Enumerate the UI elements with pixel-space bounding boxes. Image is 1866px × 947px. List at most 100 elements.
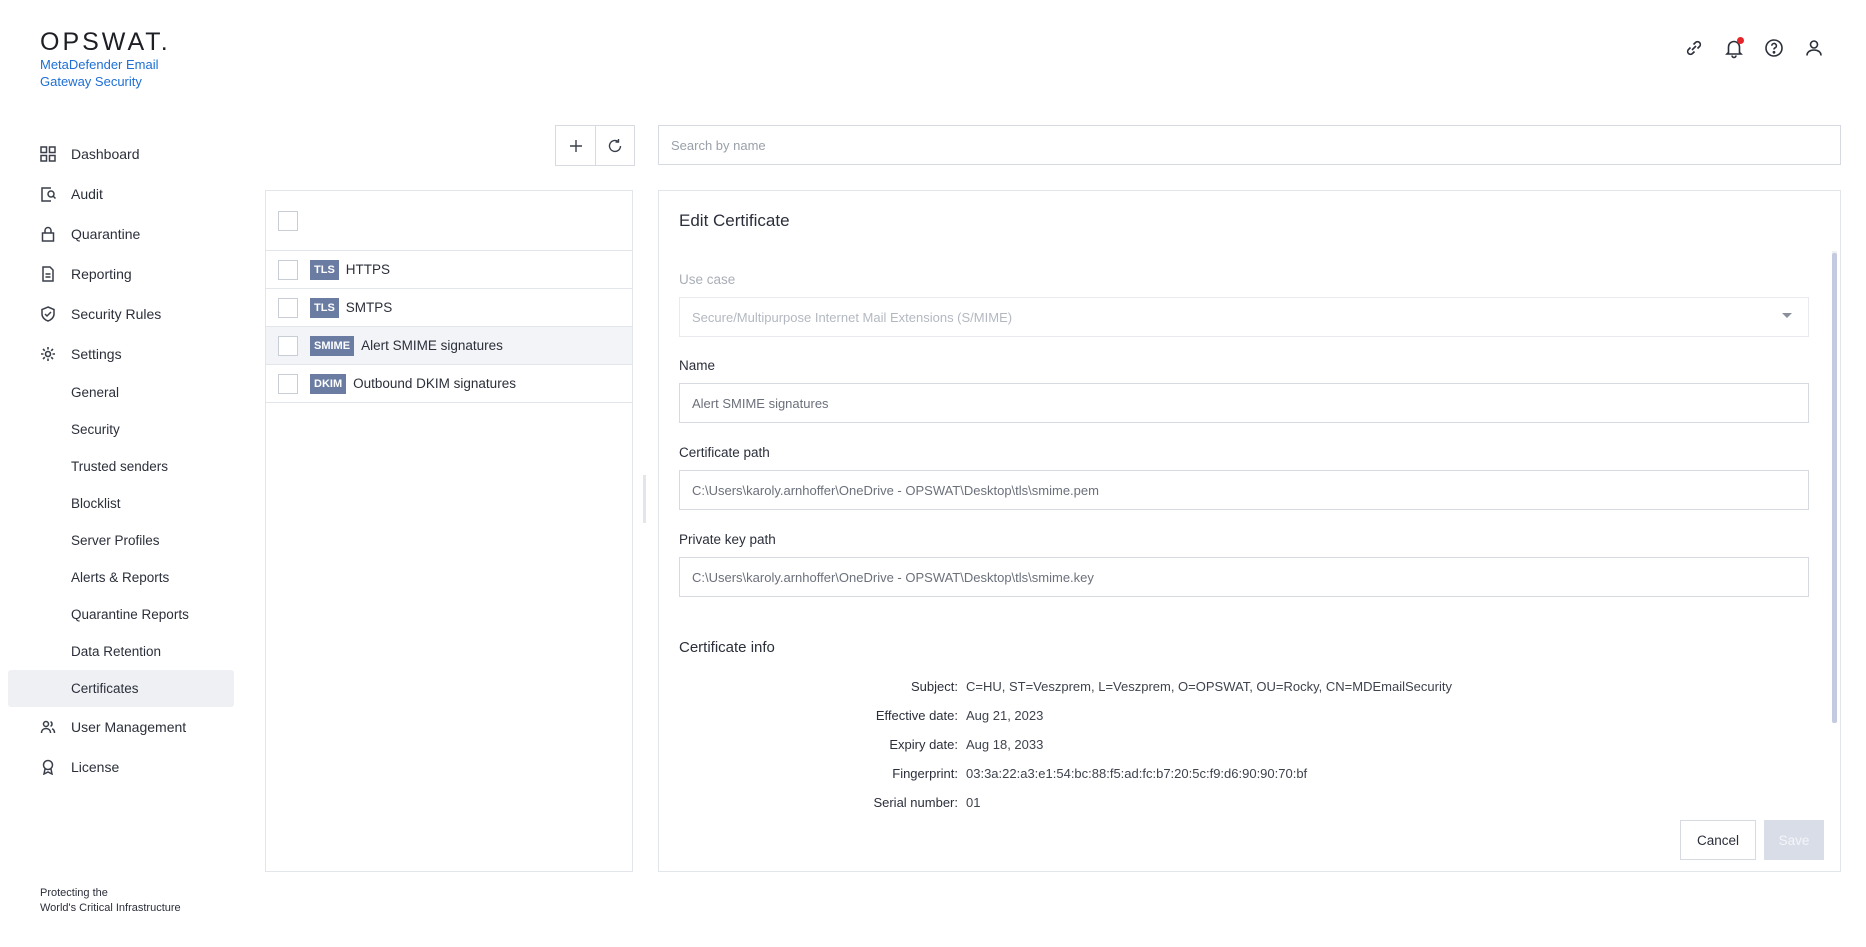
certificate-path-label: Certificate path [679,445,770,460]
list-item[interactable]: TLS HTTPS [266,251,632,289]
nav-settings[interactable]: Settings [8,334,234,374]
refresh-icon [608,138,622,152]
edit-title: Edit Certificate [679,211,790,230]
gear-icon [41,347,55,361]
row-checkbox[interactable] [278,297,298,318]
list-header [266,191,632,251]
select-all-checkbox[interactable] [278,211,298,231]
edit-certificate-panel: Edit Certificate Use case Secure/Multipu… [658,190,1841,872]
use-case-select[interactable]: Secure/Multipurpose Internet Mail Extens… [679,297,1809,337]
lock-icon [41,226,55,242]
list-toolbar [555,125,635,166]
info-value: 01 [966,795,981,810]
nav-label: Reporting [71,266,132,282]
panel-resize-handle[interactable] [643,475,646,523]
nav-settings-server-profiles[interactable]: Server Profiles [8,522,234,559]
type-tag: DKIM [310,373,347,394]
info-value: Aug 18, 2033 [966,737,1044,752]
info-effective-date: Effective date: Aug 21, 2023 [659,708,1044,723]
report-icon [42,266,54,282]
name-value: Alert SMIME signatures [692,395,829,411]
nav-label: Settings [71,346,122,362]
header-actions [1682,36,1826,60]
row-label: HTTPS [345,262,391,277]
certificate-list: TLS HTTPS TLS SMTPS SMIME Alert SMIME si… [265,190,633,872]
list-item[interactable]: TLS SMTPS [266,289,632,327]
chevron-down-icon [1782,313,1792,318]
nav-reporting[interactable]: Reporting [8,254,234,294]
info-serial-number: Serial number: 01 [659,795,980,810]
use-case-label: Use case [679,272,736,287]
tagline-line-2: World's Critical Infrastructure [40,902,181,914]
row-checkbox[interactable] [278,373,298,394]
nav-user-management[interactable]: User Management [8,707,234,747]
search-input[interactable] [658,125,1841,165]
nav-settings-general[interactable]: General [8,374,234,411]
name-label: Name [679,358,716,373]
scrollbar-thumb[interactable] [1832,253,1837,723]
private-key-path-value: C:\Users\karoly.arnhoffer\OneDrive - OPS… [692,569,1094,585]
nav-license[interactable]: License [8,747,234,787]
save-button[interactable]: Save [1764,820,1824,860]
product-name: MetaDefender Email Gateway Security [40,57,159,89]
audit-icon [41,187,56,202]
nav-settings-security[interactable]: Security [8,411,234,448]
use-case-value: Secure/Multipurpose Internet Mail Extens… [692,309,1013,325]
nav-dashboard[interactable]: Dashboard [8,134,234,174]
add-certificate-button[interactable] [556,126,595,165]
certificate-info-title: Certificate info [679,639,775,656]
help-icon[interactable] [1762,36,1786,60]
info-expiry-date: Expiry date: Aug 18, 2033 [659,737,1043,752]
nav-settings-quarantine-reports[interactable]: Quarantine Reports [8,596,234,633]
plus-icon [569,139,582,152]
nav-label: Audit [71,186,103,202]
row-label: Outbound DKIM signatures [353,376,516,391]
info-value: C=HU, ST=Veszprem, L=Veszprem, O=OPSWAT,… [966,679,1452,694]
user-icon[interactable] [1802,36,1826,60]
nav-audit[interactable]: Audit [8,174,234,214]
row-label: Alert SMIME signatures [361,338,503,353]
nav-label: User Management [71,719,187,735]
nav-settings-data-retention[interactable]: Data Retention [8,633,234,670]
nav-label: Security Rules [71,306,162,322]
nav-label: License [71,759,120,775]
certificate-path-value: C:\Users\karoly.arnhoffer\OneDrive - OPS… [692,482,1099,498]
opswat-logo: OPSWAT. [40,28,171,56]
row-checkbox[interactable] [278,335,298,356]
info-key: Fingerprint: [892,766,958,781]
nav-settings-certificates[interactable]: Certificates [8,670,234,707]
row-label: SMTPS [345,300,393,315]
private-key-path-field[interactable]: C:\Users\karoly.arnhoffer\OneDrive - OPS… [679,557,1809,597]
name-field[interactable]: Alert SMIME signatures [679,383,1809,423]
bell-icon[interactable] [1722,36,1746,60]
settings-submenu: General Security Trusted senders Blockli… [8,374,234,707]
tagline-line-1: Protecting the [40,887,108,899]
info-subject: Subject: C=HU, ST=Veszprem, L=Veszprem, … [659,679,1452,694]
shield-check-icon [41,306,55,322]
row-checkbox[interactable] [278,259,298,280]
nav-settings-trusted-senders[interactable]: Trusted senders [8,448,234,485]
nav-label: Dashboard [71,146,140,162]
nav-settings-blocklist[interactable]: Blocklist [8,485,234,522]
nav-settings-alerts-reports[interactable]: Alerts & Reports [8,559,234,596]
footer-tagline: Protecting the World's Critical Infrastr… [40,886,181,916]
cancel-button[interactable]: Cancel [1680,820,1756,860]
list-item-selected[interactable]: SMIME Alert SMIME signatures [266,327,632,365]
nav-quarantine[interactable]: Quarantine [8,214,234,254]
info-key: Serial number: [873,795,958,810]
refresh-button[interactable] [595,126,634,165]
badge-icon [42,759,54,775]
list-item[interactable]: DKIM Outbound DKIM signatures [266,365,632,403]
sidebar: OPSWAT. MetaDefender Email Gateway Secur… [0,0,240,947]
info-value: Aug 21, 2023 [966,708,1044,723]
notification-dot [1737,37,1744,44]
type-tag: TLS [310,259,339,280]
users-icon [40,720,56,734]
link-icon[interactable] [1682,36,1706,60]
certificate-path-field[interactable]: C:\Users\karoly.arnhoffer\OneDrive - OPS… [679,470,1809,510]
nav-label: Quarantine [71,226,141,242]
type-tag: TLS [310,297,339,318]
dashboard-icon [40,146,56,162]
nav-security-rules[interactable]: Security Rules [8,294,234,334]
info-key: Effective date: [875,708,958,723]
